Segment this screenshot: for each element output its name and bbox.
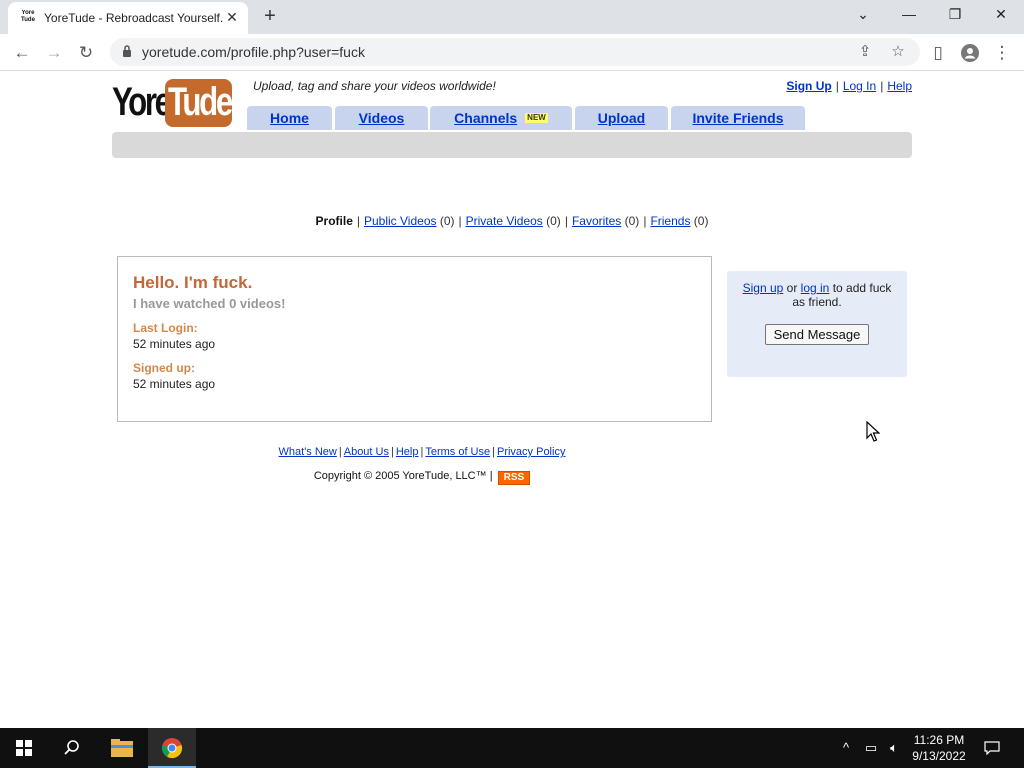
share-icon[interactable]: ⇪	[855, 42, 875, 62]
url-text: yoretude.com/profile.php?user=fuck	[142, 44, 365, 60]
side-panel-icon[interactable]: ▯	[924, 39, 952, 67]
subnav-public-videos[interactable]: Public Videos	[364, 214, 437, 228]
log-in-link[interactable]: Log In	[843, 79, 876, 93]
footer-whats-new[interactable]: What's New	[279, 446, 337, 458]
taskbar-clock[interactable]: 11:26 PM 9/13/2022	[900, 732, 978, 764]
add-friend-box: Sign up or log in to add fuck as friend.…	[727, 271, 907, 377]
tagline: Upload, tag and share your videos worldw…	[253, 79, 496, 93]
new-tab-plus-icon[interactable]: +	[258, 5, 282, 29]
footer-about-us[interactable]: About Us	[344, 446, 389, 458]
clock-date: 9/13/2022	[912, 749, 966, 763]
lock-icon	[123, 45, 131, 57]
profile-subnav: Profile | Public Videos (0) | Private Videos…	[315, 214, 709, 228]
nav-tab-invite-friends[interactable]: Invite Friends	[671, 106, 805, 130]
address-bar[interactable]: yoretude.com/profile.php?user=fuck ⇪ ☆	[110, 38, 920, 66]
nav-tab-home[interactable]: Home	[247, 106, 332, 130]
footer-help[interactable]: Help	[396, 446, 419, 458]
site-logo[interactable]: Yore Tude	[112, 79, 234, 127]
chrome-menu-icon[interactable]: ⋮	[988, 39, 1016, 67]
util-links: Sign Up | Log In | Help	[786, 79, 912, 93]
notification-icon[interactable]	[980, 728, 1004, 768]
profile-box: Hello. I'm fuck. I have watched 0 videos…	[117, 256, 712, 422]
windows-taskbar: ^ ▭ 🔈︎ 11:26 PM 9/13/2022	[0, 728, 1024, 768]
last-login-label: Last Login:	[133, 321, 198, 335]
logo-text-tude: Tude	[168, 80, 233, 124]
reload-icon[interactable]: ↻	[72, 39, 100, 67]
back-arrow-icon[interactable]: ←	[8, 39, 36, 67]
window-close-icon[interactable]: ✕	[978, 0, 1024, 30]
favicon-icon: Yore Tude	[21, 10, 35, 23]
tab-title: YoreTude - Rebroadcast Yourself.	[44, 11, 224, 25]
last-login-value: 52 minutes ago	[133, 337, 216, 351]
nav-tab-videos[interactable]: Videos	[335, 106, 428, 130]
send-message-button[interactable]: Send Message	[765, 324, 869, 345]
page-content: Yore Tude Upload, tag and share your vid…	[0, 71, 1024, 728]
nav-subbar	[112, 132, 912, 158]
browser-titlebar: Yore Tude YoreTude - Rebroadcast Yoursel…	[0, 0, 1024, 34]
profile-watched: I have watched 0 videos!	[133, 296, 286, 311]
browser-tab-active[interactable]: Yore Tude YoreTude - Rebroadcast Yoursel…	[8, 2, 248, 34]
footer-privacy[interactable]: Privacy Policy	[497, 446, 565, 458]
nav-tab-upload[interactable]: Upload	[575, 106, 668, 130]
logo-tube-box: Tude	[165, 79, 233, 127]
footer-terms[interactable]: Terms of Use	[425, 446, 490, 458]
signed-up-label: Signed up:	[133, 361, 195, 375]
subnav-friends[interactable]: Friends	[650, 214, 690, 228]
subnav-favorites[interactable]: Favorites	[572, 214, 621, 228]
help-link[interactable]: Help	[887, 79, 912, 93]
friend-log-in-link[interactable]: log in	[801, 281, 830, 295]
clock-time: 11:26 PM	[913, 733, 965, 747]
windows-start-icon[interactable]	[0, 728, 48, 768]
profile-avatar-icon[interactable]	[956, 39, 984, 67]
minimize-icon[interactable]: —	[886, 0, 932, 30]
logo-text-yore: Yore	[112, 80, 172, 124]
add-friend-text: Sign up or log in to add fuck as friend.	[742, 281, 892, 309]
network-icon[interactable]: ▭	[860, 728, 882, 768]
new-badge: NEW	[525, 113, 548, 123]
restore-icon[interactable]: ❐	[932, 0, 978, 30]
bookmark-star-icon[interactable]: ☆	[888, 42, 908, 62]
tray-chevron-icon[interactable]: ^	[836, 728, 856, 768]
nav-tab-channels[interactable]: Channels NEW	[430, 106, 572, 130]
tab-search-chevron-icon[interactable]: ⌄	[840, 0, 886, 30]
file-explorer-icon[interactable]	[98, 728, 146, 768]
signed-up-value: 52 minutes ago	[133, 377, 216, 391]
browser-toolbar: ← → ↻ yoretude.com/profile.php?user=fuck…	[0, 34, 1024, 71]
search-icon[interactable]	[48, 728, 96, 768]
forward-arrow-icon[interactable]: →	[40, 39, 68, 67]
footer-links: What's New | About Us | Help | Terms of Use | Pr…	[278, 446, 566, 458]
copyright: Copyright © 2005 YoreTude, LLC™ | RSS	[0, 470, 844, 485]
subnav-private-videos[interactable]: Private Videos	[466, 214, 543, 228]
rss-badge[interactable]: RSS	[497, 471, 531, 485]
profile-hello: Hello. I'm fuck.	[133, 273, 253, 292]
sign-up-link[interactable]: Sign Up	[786, 79, 831, 93]
friend-sign-up-link[interactable]: Sign up	[743, 281, 784, 295]
mouse-cursor-icon	[866, 421, 880, 442]
tab-close-icon[interactable]: ✕	[223, 8, 241, 26]
subnav-profile: Profile	[315, 214, 353, 228]
chrome-taskbar-icon[interactable]	[148, 728, 196, 768]
